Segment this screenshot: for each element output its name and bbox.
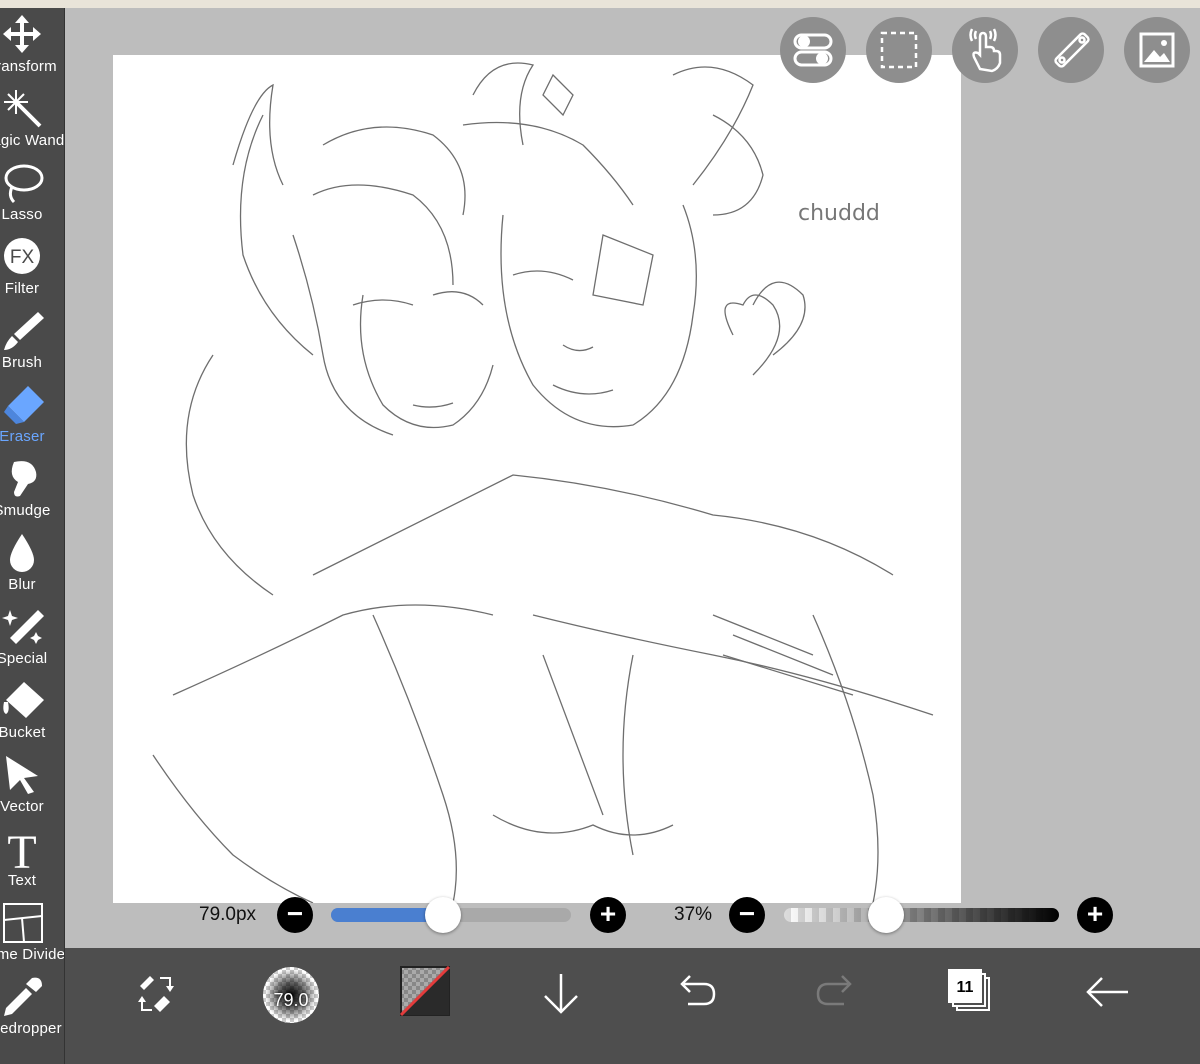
frame-divider-icon (3, 903, 43, 943)
eyedropper-icon (4, 977, 42, 1016)
color-swatch-button[interactable] (400, 966, 456, 1022)
move-arrows-icon (3, 15, 41, 53)
download-icon (544, 974, 578, 1014)
selection-button[interactable] (866, 17, 932, 83)
ruler-icon (1054, 32, 1090, 68)
layers-count: 11 (956, 979, 974, 996)
opacity-value: 37% (674, 904, 713, 925)
tool-eraser[interactable]: Eraser (0, 382, 64, 454)
brush-size-minus-button[interactable]: − (277, 897, 313, 933)
tool-frame-divider[interactable]: Frame Divider (0, 900, 64, 972)
redo-button[interactable] (806, 966, 862, 1022)
tool-vector[interactable]: Vector (0, 752, 64, 824)
svg-text:T: T (7, 828, 36, 872)
tool-label: Smudge (0, 502, 51, 519)
tool-smudge[interactable]: Smudge (0, 456, 64, 528)
brush-preview-button[interactable]: 79.0 (262, 966, 319, 1023)
bucket-icon (3, 682, 44, 718)
tool-text[interactable]: T Text (0, 826, 64, 898)
back-icon (1086, 977, 1128, 1007)
tool-label: Eraser (0, 428, 45, 445)
tool-label: Transform (0, 58, 57, 75)
eraser-icon (4, 386, 44, 424)
vector-arrow-icon (6, 756, 38, 794)
color-swatch-icon (400, 966, 451, 1017)
svg-text:FX: FX (10, 247, 35, 268)
fx-filter-icon: FX (4, 238, 40, 274)
tool-label: Bucket (0, 724, 46, 741)
image-button[interactable] (1124, 17, 1190, 83)
opacity-minus-button[interactable]: − (729, 897, 765, 933)
undo-button[interactable] (670, 966, 726, 1022)
tool-magic-wand[interactable]: Magic Wand (0, 86, 64, 158)
selection-icon (880, 31, 918, 69)
tool-label: Blur (8, 576, 36, 593)
brush-size-value: 79.0px (199, 904, 257, 925)
bottom-toolbar (65, 948, 1200, 1064)
ruler-button[interactable] (1038, 17, 1104, 83)
tool-brush[interactable]: Brush (0, 308, 64, 380)
tool-label: Lasso (1, 206, 43, 223)
tool-bucket[interactable]: Bucket (0, 678, 64, 750)
tool-label: Eyedropper (0, 1020, 62, 1037)
magic-wand-icon (4, 90, 42, 128)
drawing-canvas[interactable]: chuddd (113, 55, 961, 903)
canvas-annotation: chuddd (798, 201, 880, 226)
download-button[interactable] (533, 966, 589, 1022)
tool-eyedropper[interactable]: Eyedropper (0, 974, 64, 1046)
brush-size-plus-button[interactable]: + (590, 897, 626, 933)
image-icon (1139, 32, 1175, 68)
tool-label: Filter (4, 280, 40, 297)
text-t-icon: T (7, 828, 36, 872)
opacity-slider[interactable] (784, 908, 1059, 922)
tool-label: Text (7, 872, 37, 889)
special-sparkle-icon (2, 610, 44, 644)
opacity-plus-button[interactable]: + (1077, 897, 1113, 933)
blur-drop-icon (10, 534, 34, 572)
opacity-slider-thumb[interactable] (868, 897, 904, 933)
hand-gesture-button[interactable] (952, 17, 1018, 83)
tool-label: Frame Divider (0, 946, 65, 963)
redo-icon (816, 975, 852, 1006)
layers-button[interactable]: 11 (945, 966, 1001, 1022)
tool-label: Brush (1, 354, 43, 371)
swap-brush-eraser-icon (138, 976, 174, 1012)
lasso-icon (4, 164, 44, 204)
hand-gesture-icon (969, 28, 1002, 73)
undo-icon (680, 975, 716, 1006)
tool-label: Special (0, 650, 48, 667)
brush-preview-label: 79.0 (273, 990, 309, 1010)
tool-lasso[interactable]: Lasso (0, 160, 64, 232)
tool-filter[interactable]: FX Filter (0, 234, 64, 306)
tool-transform[interactable]: Transform (0, 12, 64, 84)
tool-label: Magic Wand (0, 132, 65, 149)
swap-brush-eraser-button[interactable] (128, 966, 184, 1022)
back-button[interactable] (1080, 966, 1136, 1022)
tool-special[interactable]: Special (0, 604, 64, 676)
tool-label: Vector (0, 798, 44, 815)
toggle-button[interactable] (780, 17, 846, 83)
brush-icon (4, 312, 44, 350)
toggle-icon (793, 33, 833, 67)
tool-blur[interactable]: Blur (0, 530, 64, 602)
brush-size-slider-thumb[interactable] (425, 897, 461, 933)
sketch-artwork: chuddd (152, 62, 934, 903)
smudge-icon (11, 461, 37, 497)
tool-sidebar: Transform Magic Wand Lasso FX Filter Bru… (0, 8, 65, 1064)
